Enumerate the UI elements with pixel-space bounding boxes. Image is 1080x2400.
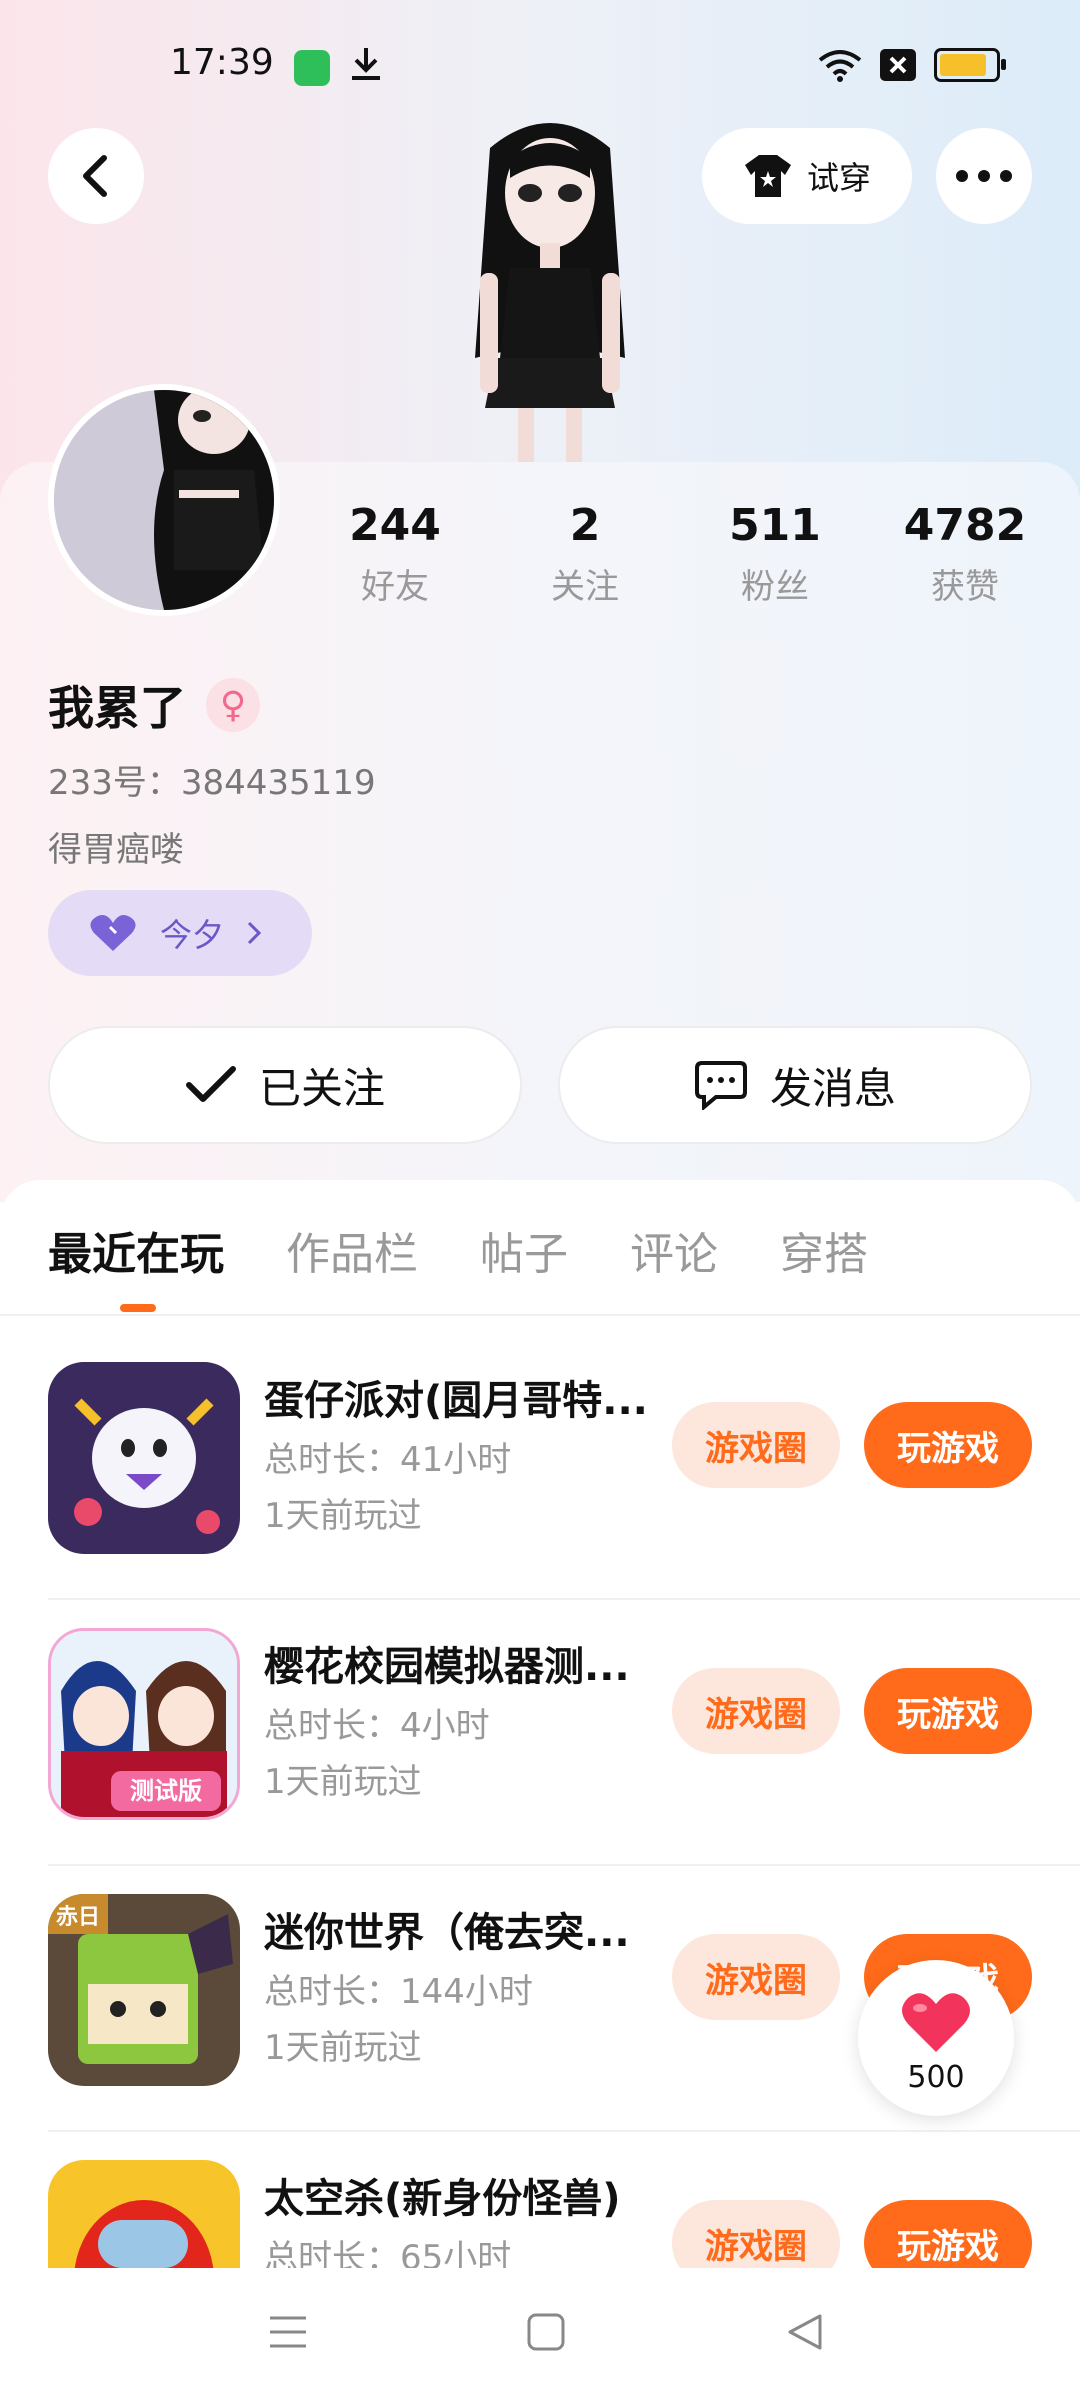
- status-indicators: [818, 48, 1006, 82]
- try-on-label: 试穿: [806, 159, 871, 197]
- followed-button[interactable]: 已关注: [48, 1026, 522, 1144]
- last-played: 1天前玩过: [264, 1496, 422, 1536]
- game-circle-button[interactable]: 游戏圈: [672, 1402, 840, 1488]
- status-time: 17:39: [170, 42, 274, 83]
- stat-value: 4782: [903, 500, 1027, 551]
- game-duration: 总时长：41小时: [264, 1440, 512, 1480]
- like-count: 500: [907, 2060, 965, 2095]
- list-item[interactable]: 测试版 樱花校园模拟器测... 总时长：4小时 1天前玩过 游戏圈 玩游戏: [0, 1600, 1080, 1866]
- last-played: 1天前玩过: [264, 1762, 422, 1802]
- download-icon: [348, 44, 384, 88]
- battery-icon: [934, 48, 1006, 82]
- send-message-label: 发消息: [769, 1063, 896, 1113]
- profile-tabs: 最近在玩 作品栏 帖子 评论 穿搭: [48, 1218, 868, 1282]
- back-triangle-icon[interactable]: [784, 2312, 824, 2352]
- female-gender-icon: ♀: [206, 678, 260, 732]
- game-title: 樱花校园模拟器测...: [264, 1644, 630, 1690]
- game-title: 蛋仔派对(圆月哥特...: [264, 1378, 648, 1424]
- tab-posts[interactable]: 帖子: [480, 1218, 568, 1282]
- list-item[interactable]: 蛋仔派对(圆月哥特... 总时长：41小时 1天前玩过 游戏圈 玩游戏: [0, 1334, 1080, 1600]
- home-icon[interactable]: [526, 2312, 566, 2352]
- like-float-button[interactable]: 500: [858, 1960, 1014, 2116]
- game-title: 太空杀(新身份怪兽): [264, 2176, 621, 2222]
- stat-label: 关注: [551, 567, 619, 607]
- chat-icon: [694, 1061, 747, 1110]
- stat-value: 2: [569, 500, 601, 551]
- tshirt-icon: [744, 155, 791, 197]
- game-badge: 赤日: [56, 1905, 100, 1930]
- game-badge: 测试版: [130, 1777, 202, 1805]
- tab-divider: [0, 1314, 1080, 1316]
- game-icon[interactable]: [48, 2160, 240, 2268]
- avatar[interactable]: [48, 384, 280, 616]
- wifi-icon: [818, 48, 862, 82]
- stat-fans[interactable]: 511 粉丝: [685, 500, 865, 608]
- check-icon: [185, 1066, 236, 1102]
- play-game-button[interactable]: 玩游戏: [864, 2200, 1032, 2268]
- chevron-right-icon: [247, 921, 262, 945]
- stat-label: 好友: [361, 567, 429, 607]
- relationship-tag[interactable]: 今夕: [48, 890, 312, 976]
- tab-outfits[interactable]: 穿搭: [780, 1218, 868, 1282]
- profile-stats: 244 好友 2 关注 511 粉丝 4782 获赞: [300, 500, 1060, 608]
- active-tab-indicator: [120, 1304, 156, 1312]
- game-icon[interactable]: [48, 1362, 240, 1554]
- stat-label: 粉丝: [741, 567, 809, 607]
- stat-value: 511: [729, 500, 821, 551]
- system-nav-bar: [0, 2268, 1080, 2400]
- tag-label: 今夕: [160, 916, 225, 954]
- game-duration: 总时长：65小时: [264, 2238, 512, 2268]
- game-circle-button[interactable]: 游戏圈: [672, 1668, 840, 1754]
- game-duration: 总时长：4小时: [264, 1706, 490, 1746]
- more-icon: [956, 170, 1012, 182]
- character-3d-avatar[interactable]: [440, 108, 660, 468]
- send-message-button[interactable]: 发消息: [558, 1026, 1032, 1144]
- heart-icon: [902, 1993, 970, 2052]
- no-sim-icon: [880, 49, 916, 81]
- tab-comments[interactable]: 评论: [630, 1218, 718, 1282]
- game-icon[interactable]: 测试版: [48, 1628, 240, 1820]
- heart-icon: [90, 915, 136, 951]
- app-notification-icon: [294, 50, 330, 86]
- name-row: 我累了 ♀: [48, 672, 260, 738]
- stat-following[interactable]: 2 关注: [495, 500, 675, 608]
- back-button[interactable]: [48, 128, 144, 224]
- stat-likes[interactable]: 4782 获赞: [875, 500, 1055, 608]
- more-button[interactable]: [936, 128, 1032, 224]
- try-on-button[interactable]: 试穿: [702, 128, 912, 224]
- tab-recently-played[interactable]: 最近在玩: [48, 1218, 224, 1282]
- last-played: 1天前玩过: [264, 2028, 422, 2068]
- back-icon: [83, 155, 107, 197]
- menu-icon[interactable]: [268, 2312, 308, 2352]
- stat-value: 244: [349, 500, 441, 551]
- stat-friends[interactable]: 244 好友: [305, 500, 485, 608]
- play-game-button[interactable]: 玩游戏: [864, 1402, 1032, 1488]
- user-bio: 得胃癌喽: [48, 830, 184, 870]
- play-game-button[interactable]: 玩游戏: [864, 1668, 1032, 1754]
- game-icon[interactable]: 赤日: [48, 1894, 240, 2086]
- tab-works[interactable]: 作品栏: [286, 1218, 418, 1282]
- followed-label: 已关注: [258, 1063, 385, 1113]
- stat-label: 获赞: [931, 567, 999, 607]
- game-circle-button[interactable]: 游戏圈: [672, 1934, 840, 2020]
- game-circle-button[interactable]: 游戏圈: [672, 2200, 840, 2268]
- game-title: 迷你世界（俺去突...: [264, 1910, 630, 1956]
- list-item[interactable]: 太空杀(新身份怪兽) 总时长：65小时 游戏圈 玩游戏: [0, 2132, 1080, 2268]
- user-name: 我累了: [48, 681, 186, 735]
- game-duration: 总时长：144小时: [264, 1972, 533, 2012]
- user-id: 233号：384435119: [48, 763, 376, 803]
